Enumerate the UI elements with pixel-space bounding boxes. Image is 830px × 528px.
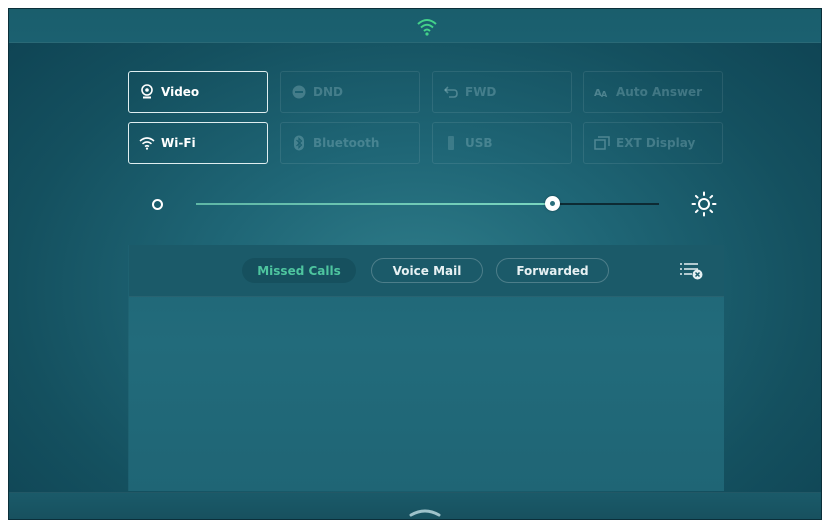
calls-tab-bar: Missed Calls Voice Mail Forwarded: [129, 245, 724, 297]
chevron-up-icon[interactable]: [409, 507, 441, 517]
clear-list-icon[interactable]: [678, 261, 704, 281]
wifi-icon: [139, 135, 155, 151]
do-not-disturb-icon: [291, 84, 307, 100]
status-bar: [9, 9, 821, 43]
brightness-low-icon: [152, 199, 163, 210]
tab-forwarded[interactable]: Forwarded: [496, 258, 609, 283]
forward-arrow-icon: [443, 84, 459, 100]
external-display-icon: [594, 135, 610, 151]
svg-text:A: A: [601, 90, 608, 99]
fwd-label: FWD: [465, 85, 497, 99]
webcam-icon: [139, 84, 155, 100]
brightness-slider-track[interactable]: [557, 203, 659, 205]
fwd-tile[interactable]: FWD: [432, 71, 572, 113]
usb-icon: [443, 135, 459, 151]
dnd-tile[interactable]: DND: [280, 71, 420, 113]
brightness-high-icon: [691, 191, 717, 217]
wifi-icon: [417, 19, 437, 36]
ext-display-label: EXT Display: [616, 136, 696, 150]
tab-voice-mail[interactable]: Voice Mail: [371, 258, 483, 283]
ext-display-tile[interactable]: EXT Display: [583, 122, 723, 164]
auto-answer-tile[interactable]: A A Auto Answer: [583, 71, 723, 113]
usb-tile[interactable]: USB: [432, 122, 572, 164]
auto-answer-label: Auto Answer: [616, 85, 703, 99]
brightness-slider-thumb[interactable]: [545, 196, 560, 211]
brightness-slider-fill[interactable]: [196, 203, 551, 205]
dnd-label: DND: [313, 85, 343, 99]
video-tile[interactable]: Video: [128, 71, 268, 113]
bluetooth-tile[interactable]: Bluetooth: [280, 122, 420, 164]
usb-label: USB: [465, 136, 493, 150]
wifi-tile[interactable]: Wi-Fi: [128, 122, 268, 164]
bluetooth-icon: [291, 135, 307, 151]
phone-screen: Video DND FWD A A Auto Answer Wi-Fi Blue…: [8, 8, 822, 520]
bluetooth-label: Bluetooth: [313, 136, 380, 150]
calls-panel: Missed Calls Voice Mail Forwarded: [128, 245, 724, 491]
wifi-label: Wi-Fi: [161, 136, 196, 150]
video-label: Video: [161, 85, 200, 99]
tab-missed-calls[interactable]: Missed Calls: [242, 258, 356, 283]
auto-answer-icon: A A: [594, 84, 610, 100]
